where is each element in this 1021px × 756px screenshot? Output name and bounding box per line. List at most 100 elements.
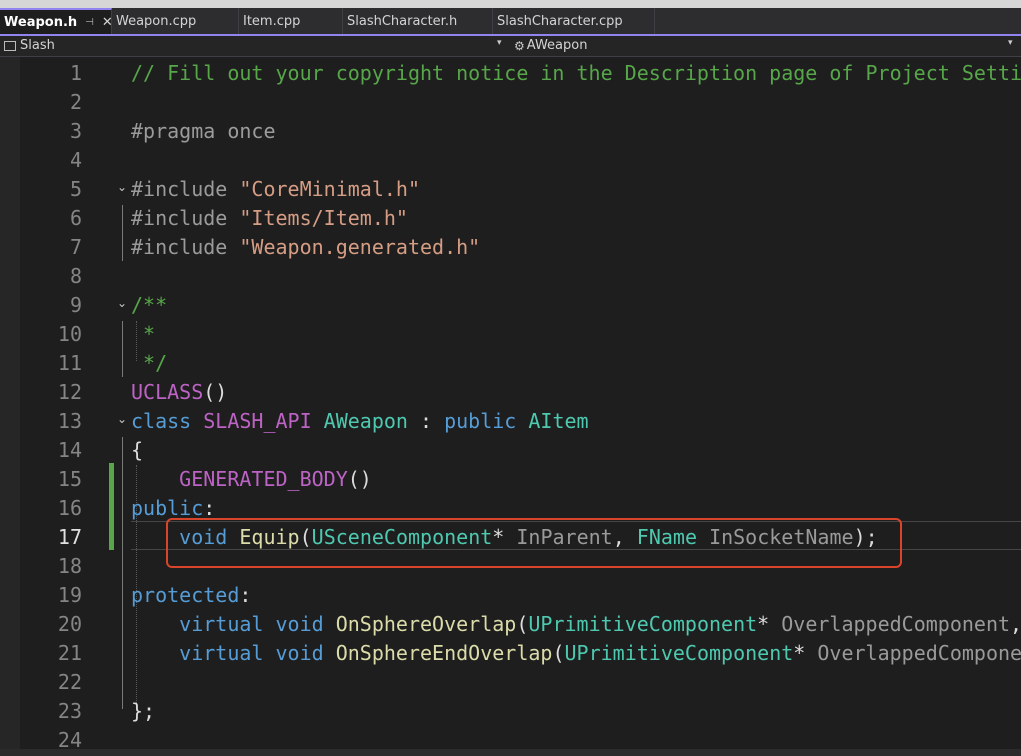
- chevron-down-icon[interactable]: ▾: [497, 38, 502, 48]
- scope-dropdown[interactable]: ⚙ AWeapon: [514, 38, 587, 53]
- line-number: 20: [57, 612, 82, 636]
- code-token: */: [131, 351, 168, 375]
- line-number: 15: [57, 467, 82, 491]
- code-text: virtual void OnSphereOverlap(UPrimitiveC…: [131, 610, 1021, 639]
- code-token: {: [131, 438, 144, 462]
- code-token: SLASH_API: [203, 409, 324, 433]
- code-token: UCLASS: [131, 380, 204, 404]
- line-number: 5: [69, 177, 82, 201]
- code-line[interactable]: 3 #pragma once: [0, 117, 1021, 146]
- code-text: /**: [131, 291, 167, 320]
- code-token: (): [203, 380, 228, 404]
- line-number: 22: [57, 670, 82, 694]
- tab-slashcharacter-h[interactable]: SlashCharacter.h: [343, 8, 493, 34]
- code-line[interactable]: 11 */: [0, 349, 1021, 378]
- project-dropdown[interactable]: Slash: [4, 38, 55, 53]
- code-line[interactable]: 1 // Fill out your copyright notice in th…: [0, 59, 1021, 88]
- tab-weapon-cpp[interactable]: Weapon.cpp: [112, 8, 239, 34]
- code-line[interactable]: 20 virtual void OnSphereOverlap(UPrimiti…: [0, 610, 1021, 639]
- line-number: 24: [57, 728, 82, 749]
- code-token: (): [347, 467, 372, 491]
- line-number: 21: [57, 641, 82, 665]
- line-number: 18: [57, 554, 82, 578]
- code-line[interactable]: 19 protected:: [0, 581, 1021, 610]
- code-token: AWeapon: [323, 409, 408, 433]
- code-line[interactable]: 4: [0, 146, 1021, 175]
- chevron-down-icon[interactable]: ▾: [1008, 38, 1013, 48]
- line-number: 2: [69, 90, 82, 114]
- code-token: OnSphereEndOverlap: [335, 641, 553, 665]
- code-line[interactable]: 21 virtual void OnSphereEndOverlap(UPrim…: [0, 639, 1021, 668]
- line-number: 11: [57, 351, 82, 375]
- code-line[interactable]: 10 *: [0, 320, 1021, 349]
- line-number: 12: [57, 380, 82, 404]
- code-line[interactable]: 24: [0, 726, 1021, 749]
- class-icon: ⚙: [514, 38, 525, 53]
- code-editor[interactable]: ⌄ ⌄ ⌄ 1// Fill out your copyright notice…: [0, 57, 1021, 749]
- code-token: :: [203, 496, 216, 520]
- code-token: OnSphereOverlap: [335, 612, 517, 636]
- line-number: 16: [57, 496, 82, 520]
- code-text: virtual void OnSphereEndOverlap(UPrimiti…: [131, 639, 1021, 668]
- tab-item-cpp[interactable]: Item.cpp: [239, 8, 343, 34]
- tab-label: Item.cpp: [243, 13, 301, 29]
- code-token: *: [793, 641, 818, 665]
- code-token: OverlappedComponent: [817, 641, 1021, 665]
- line-number: 10: [57, 322, 82, 346]
- annotation-highlight-box: [166, 518, 902, 568]
- code-text: UCLASS(): [131, 378, 227, 407]
- line-number: 23: [57, 699, 82, 723]
- code-text: #include "CoreMinimal.h": [131, 175, 420, 204]
- code-line[interactable]: 5 #include "CoreMinimal.h": [0, 175, 1021, 204]
- code-token: "Weapon.generated.h": [239, 235, 481, 259]
- navigation-bar: Slash ▾ ⚙ AWeapon ▾: [0, 36, 1021, 57]
- code-text: */: [131, 349, 167, 378]
- code-token: void: [275, 641, 336, 665]
- code-token: #pragma once: [131, 119, 276, 143]
- code-token: };: [131, 699, 156, 723]
- code-line[interactable]: 22: [0, 668, 1021, 697]
- code-token: UPrimitiveComponent: [528, 612, 758, 636]
- code-line[interactable]: 6 #include "Items/Item.h": [0, 204, 1021, 233]
- line-number: 19: [57, 583, 82, 607]
- code-token: public: [444, 409, 529, 433]
- code-token: "CoreMinimal.h": [239, 177, 420, 201]
- code-token: #include: [131, 235, 240, 259]
- tab-label: SlashCharacter.cpp: [497, 13, 623, 29]
- tab-label: SlashCharacter.h: [347, 13, 458, 29]
- line-number: 7: [69, 235, 82, 259]
- scope-name: AWeapon: [526, 38, 588, 53]
- tab-slashcharacter-cpp[interactable]: SlashCharacter.cpp: [493, 8, 655, 34]
- project-name: Slash: [20, 38, 55, 53]
- code-token: OverlappedComponent: [781, 612, 1011, 636]
- code-text: protected:: [131, 581, 251, 610]
- code-text: GENERATED_BODY(): [131, 465, 372, 494]
- code-line[interactable]: 15 GENERATED_BODY(): [0, 465, 1021, 494]
- code-token: "Items/Item.h": [239, 206, 408, 230]
- code-line[interactable]: 8: [0, 262, 1021, 291]
- tab-weapon-h[interactable]: Weapon.h ⊣ ✕: [0, 8, 113, 34]
- project-icon: [4, 40, 16, 51]
- tab-label: Weapon.h: [4, 14, 78, 30]
- code-line[interactable]: 12 UCLASS(): [0, 378, 1021, 407]
- code-token: *: [757, 612, 782, 636]
- pin-icon[interactable]: ⊣: [85, 17, 94, 28]
- code-line[interactable]: 13 class SLASH_API AWeapon : public AItem: [0, 407, 1021, 436]
- code-line[interactable]: 2: [0, 88, 1021, 117]
- code-line[interactable]: 9 /**: [0, 291, 1021, 320]
- code-text: };: [131, 697, 155, 726]
- line-number: 17: [57, 525, 82, 549]
- code-line[interactable]: 14 {: [0, 436, 1021, 465]
- code-token: AItem: [528, 409, 589, 433]
- tab-label: Weapon.cpp: [116, 13, 197, 29]
- code-text: *: [131, 320, 155, 349]
- code-text: {: [131, 436, 143, 465]
- line-number: 4: [69, 148, 82, 172]
- code-token: public: [131, 496, 204, 520]
- code-line[interactable]: 7 #include "Weapon.generated.h": [0, 233, 1021, 262]
- code-text: class SLASH_API AWeapon : public AItem: [131, 407, 589, 436]
- code-text: #include "Items/Item.h": [131, 204, 408, 233]
- code-line[interactable]: 23};: [0, 697, 1021, 726]
